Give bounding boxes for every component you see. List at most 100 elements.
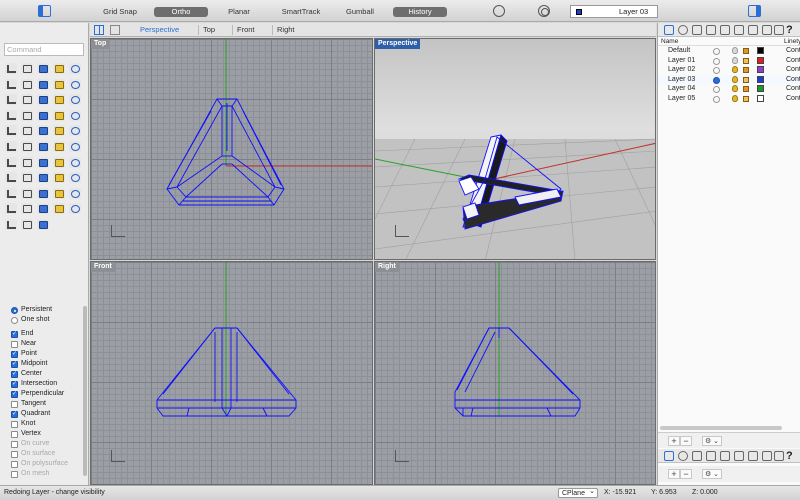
group-icon[interactable] xyxy=(5,156,17,168)
toggle-right-sidebar-icon[interactable] xyxy=(748,5,761,17)
notes-tab-icon[interactable] xyxy=(762,25,772,35)
osnap-midpoint[interactable]: Midpoint xyxy=(0,359,89,369)
osnap-intersection[interactable]: Intersection xyxy=(0,379,89,389)
cplane-select[interactable]: CPlane xyxy=(558,487,598,498)
render-tab-icon[interactable] xyxy=(748,25,758,35)
single-view-layout-icon[interactable] xyxy=(110,25,120,35)
offset-icon[interactable] xyxy=(69,125,81,137)
remove-layer-button[interactable]: − xyxy=(680,436,692,446)
osnap-knot[interactable]: Knot xyxy=(0,419,89,429)
checkbox-icon[interactable] xyxy=(11,359,18,369)
checkbox-icon[interactable] xyxy=(11,461,18,468)
osnap-mode-one-shot[interactable]: One shot xyxy=(0,315,89,325)
curve-icon[interactable] xyxy=(53,63,65,74)
checkbox-icon[interactable] xyxy=(11,471,18,478)
checkbox-icon[interactable] xyxy=(11,431,18,438)
four-view-layout-icon[interactable] xyxy=(94,25,104,35)
ungroup-icon[interactable] xyxy=(21,156,33,168)
current-layer-radio-icon[interactable] xyxy=(713,48,720,55)
sphere-icon[interactable] xyxy=(21,94,33,106)
analyze-icon[interactable] xyxy=(21,187,33,199)
current-layer-radio-icon[interactable] xyxy=(713,57,720,65)
visibility-bulb-icon[interactable] xyxy=(732,56,738,64)
visibility-bulb-icon[interactable] xyxy=(732,75,738,83)
revolve-icon[interactable] xyxy=(53,109,65,121)
layer-name[interactable]: Layer 03 xyxy=(668,75,695,85)
lock-icon[interactable] xyxy=(743,67,749,74)
layer-name[interactable]: Layer 02 xyxy=(668,65,695,75)
layer-linetype[interactable]: Cont xyxy=(786,65,800,75)
rect-icon[interactable] xyxy=(5,78,17,90)
layer-row[interactable]: Layer 05 Cont xyxy=(658,94,800,104)
current-layer-radio-icon[interactable] xyxy=(713,96,720,103)
layer-color-swatch[interactable] xyxy=(757,95,764,102)
arc-icon[interactable] xyxy=(37,78,49,90)
osnap-tangent[interactable]: Tangent xyxy=(0,399,89,409)
environment-icon[interactable] xyxy=(53,203,65,215)
camera-icon[interactable] xyxy=(5,203,17,215)
object-properties-tab-icon-2[interactable] xyxy=(706,451,716,461)
layer-color-swatch[interactable] xyxy=(757,47,764,54)
viewport-label-right[interactable]: Right xyxy=(375,262,399,272)
fillet-icon[interactable] xyxy=(37,125,49,137)
join-icon[interactable] xyxy=(37,156,49,168)
named-view-icon[interactable] xyxy=(21,203,33,215)
osnap-on-mesh[interactable]: On mesh xyxy=(0,469,89,479)
viewport-top[interactable]: Top xyxy=(90,38,373,260)
viewport-label-top[interactable]: Top xyxy=(91,39,110,49)
ortho-toggle[interactable]: Ortho xyxy=(154,7,208,17)
checkbox-icon[interactable] xyxy=(11,341,18,348)
layer-linetype[interactable]: Cont xyxy=(786,84,800,94)
display-tab-icon[interactable] xyxy=(692,25,702,35)
osnap-near[interactable]: Near xyxy=(0,339,89,349)
tab-top[interactable]: Top xyxy=(198,25,219,35)
viewport-right[interactable]: Right xyxy=(374,261,656,485)
explode-icon[interactable] xyxy=(53,156,65,168)
notes-tab-icon-2[interactable] xyxy=(762,451,772,461)
lights-tab-icon-2[interactable] xyxy=(734,451,744,461)
visibility-bulb-icon[interactable] xyxy=(732,66,738,74)
materials-tab-icon[interactable] xyxy=(678,25,688,35)
options-gear-button-2[interactable]: ⚙ ⌄ xyxy=(702,469,722,479)
current-layer-radio-icon[interactable] xyxy=(713,67,720,75)
grid-icon[interactable] xyxy=(5,187,17,199)
layer-row[interactable]: Layer 04 Cont xyxy=(658,84,800,94)
render-tab-icon-2[interactable] xyxy=(748,451,758,461)
light-icon[interactable] xyxy=(69,187,81,199)
add-layer-button[interactable]: + xyxy=(668,436,680,446)
select-arrow-icon[interactable] xyxy=(5,63,17,74)
add-button-2[interactable]: + xyxy=(668,469,680,479)
checkbox-icon[interactable] xyxy=(11,379,18,389)
column-linetype[interactable]: Linety xyxy=(784,37,800,46)
checkbox-icon[interactable] xyxy=(11,451,18,458)
layer-name[interactable]: Layer 01 xyxy=(668,56,695,66)
layer-row[interactable]: Layer 02 Cont xyxy=(658,65,800,75)
lock-icon[interactable] xyxy=(743,57,749,64)
cylinder-icon[interactable] xyxy=(37,94,49,106)
remove-button-2[interactable]: − xyxy=(680,469,692,479)
checkbox-icon[interactable] xyxy=(11,389,18,399)
checkbox-icon[interactable] xyxy=(11,409,18,419)
boolean-union-icon[interactable] xyxy=(5,125,17,137)
osnap-on-curve[interactable]: On curve xyxy=(0,439,89,449)
sphere-render-icon[interactable] xyxy=(5,218,17,230)
text-icon[interactable] xyxy=(69,172,81,184)
layer-color-swatch[interactable] xyxy=(757,66,764,74)
osnap-scrollbar[interactable] xyxy=(83,306,87,476)
planar-toggle[interactable]: Planar xyxy=(216,7,262,17)
sweep-icon[interactable] xyxy=(69,109,81,121)
help-icon-2[interactable]: ? xyxy=(786,449,793,463)
current-layer-radio-icon[interactable] xyxy=(713,86,720,94)
radio-icon[interactable] xyxy=(11,307,18,314)
checkbox-icon[interactable] xyxy=(11,329,18,339)
mirror-icon[interactable] xyxy=(53,140,65,152)
visibility-bulb-icon[interactable] xyxy=(732,47,738,54)
osnap-on-polysurface[interactable]: On polysurface xyxy=(0,459,89,469)
checkbox-icon[interactable] xyxy=(11,441,18,448)
material-icon[interactable] xyxy=(53,187,65,199)
extrude-icon[interactable] xyxy=(21,109,33,121)
surface-patch-icon[interactable] xyxy=(5,109,17,121)
osnap-mode-persistent[interactable]: Persistent xyxy=(0,305,89,315)
object-properties-tab-icon[interactable] xyxy=(706,25,716,35)
cone-icon[interactable] xyxy=(53,94,65,106)
